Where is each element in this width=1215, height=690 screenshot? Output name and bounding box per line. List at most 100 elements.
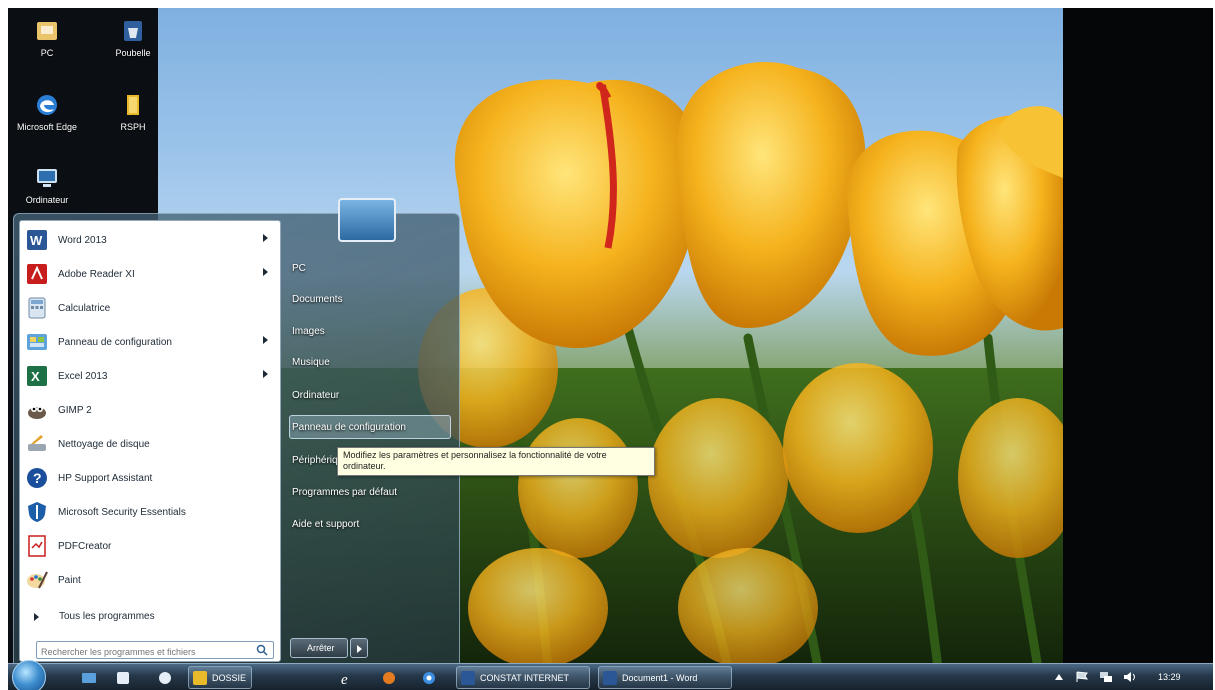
place-musique[interactable]: Musique — [292, 357, 330, 368]
program-excel-2013[interactable]: X Excel 2013 — [24, 361, 276, 391]
desktop-icon-ordinateur[interactable]: Ordinateur — [10, 165, 84, 206]
pdfcreator-icon — [24, 533, 50, 559]
program-paint[interactable]: Paint — [24, 565, 276, 595]
edge-icon — [37, 95, 57, 115]
program-label: Word 2013 — [58, 234, 107, 246]
submenu-arrow-icon — [263, 234, 268, 242]
system-tray — [1053, 664, 1213, 690]
gimp-icon — [24, 397, 50, 423]
place-ordinateur[interactable]: Ordinateur — [292, 390, 339, 401]
folder-icon — [193, 670, 207, 685]
desktop-icon-rsph[interactable]: RSPH — [96, 92, 170, 133]
user-picture[interactable] — [338, 198, 396, 242]
desktop-icon-pc[interactable]: PC — [10, 18, 84, 59]
desktop-icon-label: Ordinateur — [25, 195, 69, 205]
program-label: Paint — [58, 574, 81, 586]
word-icon — [603, 670, 617, 685]
clock[interactable]: 13:29 — [1158, 672, 1181, 682]
excel-icon: X — [24, 363, 50, 389]
desktop: PC Poubelle Microsoft Edge RSPH Ordinate… — [8, 8, 1063, 668]
desktop-icon-label: RSPH — [120, 122, 146, 132]
folder-icon — [127, 95, 139, 115]
program-gimp[interactable]: GIMP 2 — [24, 395, 276, 425]
svg-text:X: X — [31, 369, 40, 384]
task-label: CONSTAT INTERNET — [480, 672, 570, 683]
firefox-icon[interactable] — [380, 669, 398, 687]
program-label: GIMP 2 — [58, 404, 92, 416]
recycle-bin-icon — [124, 21, 142, 41]
explorer-icon[interactable] — [114, 669, 132, 687]
program-label: HP Support Assistant — [58, 472, 153, 484]
program-nettoyage-de-disque[interactable]: Nettoyage de disque — [24, 429, 276, 459]
program-pdfcreator[interactable]: PDFCreator — [24, 531, 276, 561]
program-label: Nettoyage de disque — [58, 438, 150, 450]
program-hp-support-assistant[interactable]: ? HP Support Assistant — [24, 463, 276, 493]
program-label: Excel 2013 — [58, 370, 108, 382]
submenu-arrow-icon — [263, 268, 268, 276]
place-aide-et-support[interactable]: Aide et support — [292, 519, 359, 530]
chevron-up-icon[interactable] — [1055, 674, 1063, 680]
computer-icon — [37, 169, 57, 187]
taskbar-task-document1-word[interactable]: Document1 - Word — [598, 666, 732, 689]
disk-cleanup-icon — [24, 431, 50, 457]
program-label: PDFCreator — [58, 540, 112, 552]
place-pc[interactable]: PC — [292, 263, 306, 274]
desktop-icon-label: PC — [40, 48, 54, 58]
svg-text:W: W — [30, 233, 43, 248]
shutdown-button[interactable]: Arrêter — [290, 638, 348, 658]
program-adobe-reader[interactable]: Adobe Reader XI — [24, 259, 276, 289]
program-calculatrice[interactable]: Calculatrice — [24, 293, 276, 323]
adobe-reader-icon — [24, 261, 50, 287]
place-documents[interactable]: Documents — [292, 294, 343, 305]
paint-icon — [24, 567, 50, 593]
media-icon[interactable] — [156, 669, 174, 687]
search-input[interactable] — [36, 641, 274, 659]
flag-icon[interactable] — [1075, 671, 1089, 683]
all-programs-button[interactable]: Tous les programmes — [34, 611, 155, 622]
shutdown-options-button[interactable] — [350, 638, 368, 658]
taskbar-task-constat-internet[interactable]: CONSTAT INTERNET — [456, 666, 590, 689]
search-icon[interactable] — [256, 644, 268, 656]
calculator-icon — [24, 295, 50, 321]
show-desktop-icon[interactable] — [80, 669, 98, 687]
desktop-icon-poubelle[interactable]: Poubelle — [96, 18, 170, 59]
program-panneau-de-configuration[interactable]: Panneau de configuration — [24, 327, 276, 357]
place-programmes-par-defaut[interactable]: Programmes par défaut — [292, 487, 397, 498]
task-label: Document1 - Word — [622, 672, 698, 683]
tooltip-text: Modifiez les paramètres et personnalisez… — [343, 450, 607, 471]
start-button[interactable] — [12, 660, 46, 690]
submenu-arrow-icon — [263, 336, 268, 344]
places-list: PC Documents Images Musique Ordinateur P… — [286, 214, 456, 668]
chrome-icon[interactable] — [420, 669, 438, 687]
desktop-icon-edge[interactable]: Microsoft Edge — [10, 92, 84, 133]
place-panneau-de-configuration[interactable]: Panneau de configuration — [292, 422, 406, 433]
program-label: Calculatrice — [58, 302, 111, 314]
task-label: DOSSIE — [212, 672, 247, 683]
computer-folder-icon — [37, 22, 57, 40]
network-icon[interactable] — [1099, 671, 1113, 683]
program-word-2013[interactable]: W Word 2013 — [24, 225, 276, 255]
desktop-icon-label: Poubelle — [115, 48, 151, 58]
desktop-icon-label: Microsoft Edge — [16, 122, 78, 132]
chevron-right-icon — [34, 612, 39, 621]
start-menu: W Word 2013 Adobe Reader XI Calculatrice — [13, 198, 460, 668]
shutdown-label: Arrêter — [307, 643, 335, 653]
tooltip: Modifiez les paramètres et personnalisez… — [337, 447, 655, 476]
word-icon: W — [24, 227, 50, 253]
taskbar-task-dossier[interactable]: DOSSIE — [188, 666, 252, 689]
screen-edge — [1063, 8, 1213, 668]
all-programs-label: Tous les programmes — [59, 611, 155, 622]
control-panel-icon — [24, 329, 50, 355]
place-images[interactable]: Images — [292, 326, 325, 337]
internet-explorer-icon[interactable]: e — [338, 669, 356, 687]
volume-icon[interactable] — [1123, 671, 1137, 683]
svg-text:?: ? — [33, 470, 42, 486]
help-icon: ? — [24, 465, 50, 491]
program-microsoft-security-essentials[interactable]: Microsoft Security Essentials — [24, 497, 276, 527]
program-label: Microsoft Security Essentials — [58, 506, 186, 518]
svg-text:e: e — [341, 672, 348, 687]
security-essentials-icon — [24, 499, 50, 525]
programs-list: W Word 2013 Adobe Reader XI Calculatrice — [19, 220, 281, 662]
program-label: Panneau de configuration — [58, 336, 172, 348]
taskbar: DOSSIE e CONSTAT INTERNET Document1 - Wo… — [8, 660, 1213, 690]
